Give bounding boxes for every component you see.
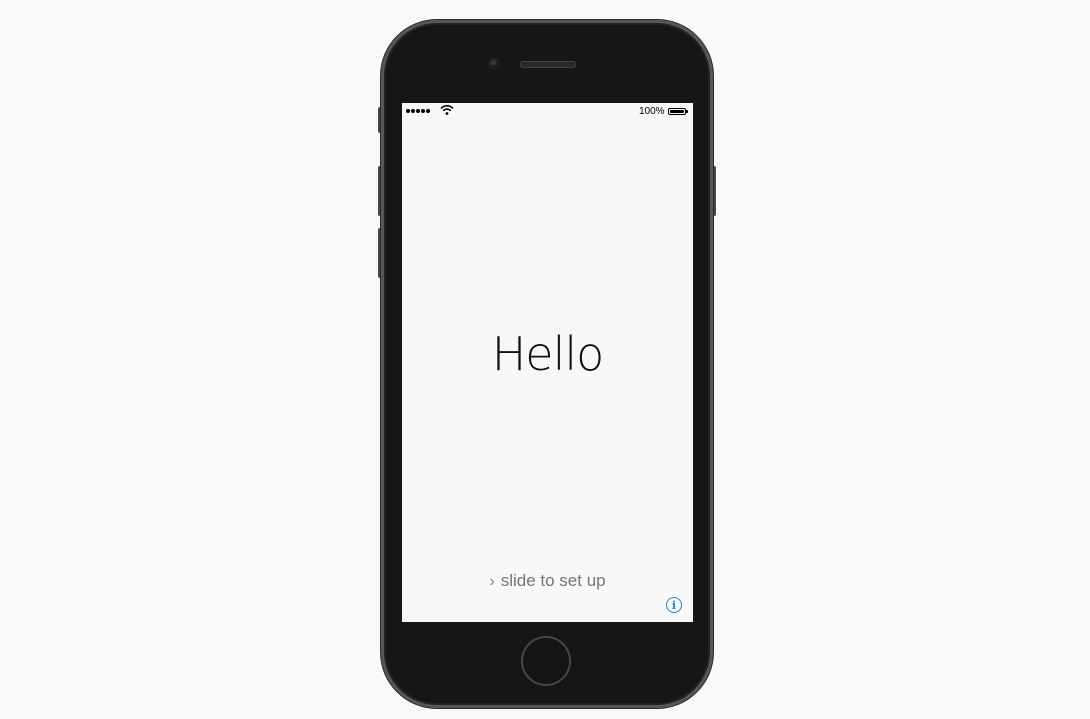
battery-icon bbox=[668, 108, 688, 116]
wifi-icon bbox=[440, 105, 454, 115]
slide-to-set-up[interactable]: › slide to set up bbox=[402, 571, 693, 591]
home-button[interactable] bbox=[521, 636, 571, 686]
battery-percentage: 100% bbox=[639, 106, 665, 117]
signal-strength-icon bbox=[406, 109, 430, 113]
hello-greeting: Hello bbox=[491, 327, 605, 381]
slide-label: slide to set up bbox=[500, 571, 606, 590]
front-camera-icon bbox=[489, 58, 500, 69]
earpiece-speaker bbox=[520, 61, 576, 68]
phone-screen: 100% Hello › slide to set up i bbox=[402, 103, 693, 622]
chevron-right-icon: › bbox=[489, 573, 495, 590]
info-icon[interactable]: i bbox=[666, 597, 682, 613]
status-bar: 100% bbox=[402, 103, 693, 121]
info-symbol: i bbox=[671, 598, 677, 612]
